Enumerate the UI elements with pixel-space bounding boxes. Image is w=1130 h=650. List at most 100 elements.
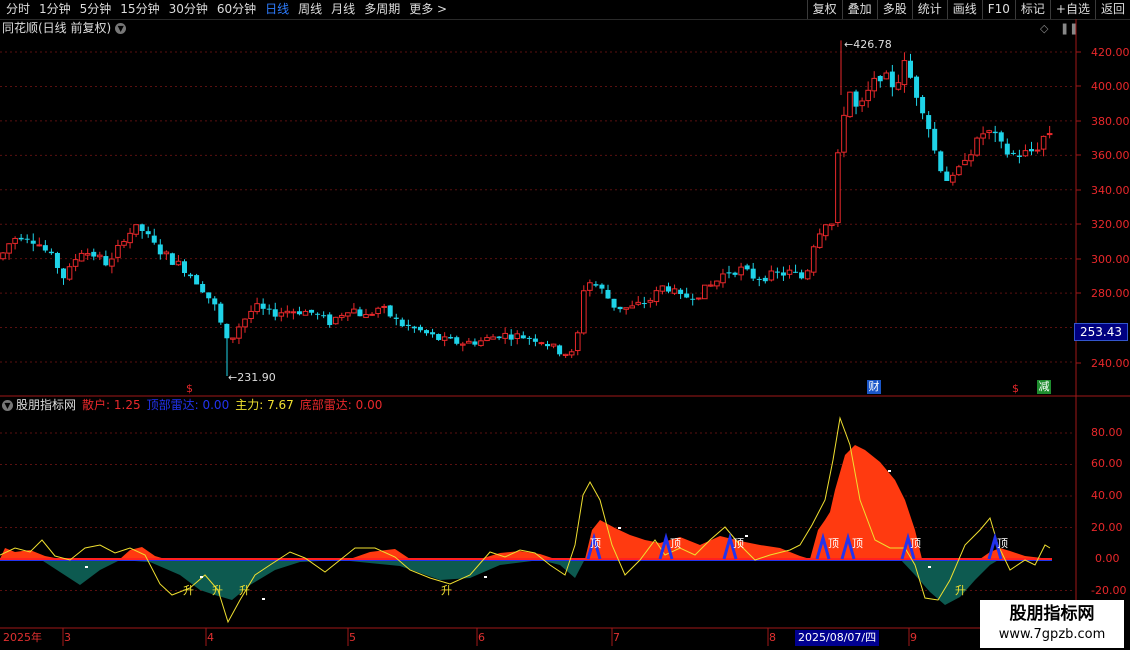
candle-body-up bbox=[871, 77, 878, 92]
candle-body-down bbox=[206, 292, 212, 299]
legend-label: 主力: bbox=[235, 398, 264, 412]
candle-body-up bbox=[962, 159, 968, 166]
price-chart[interactable] bbox=[0, 0, 1130, 650]
rise-marker: 升 bbox=[955, 584, 966, 597]
finance-report-badge[interactable]: 财 bbox=[867, 380, 881, 394]
rise-marker: 升 bbox=[183, 584, 194, 597]
date-label: 3 bbox=[64, 631, 71, 644]
watermark-title: 股朋指标网 bbox=[1009, 604, 1095, 624]
candle-body-up bbox=[738, 266, 744, 276]
ind-y-tick: -20.00 bbox=[1091, 584, 1127, 597]
candle-body-up bbox=[133, 224, 139, 235]
candle-body-up bbox=[950, 174, 956, 183]
candle-body-down bbox=[411, 326, 417, 329]
candle-body-up bbox=[381, 305, 387, 308]
reduction-badge[interactable]: 减 bbox=[1037, 380, 1051, 394]
candle-body-down bbox=[877, 75, 883, 82]
legend-label: 底部雷达: bbox=[299, 398, 352, 412]
candle-body-up bbox=[629, 305, 636, 309]
candle-body-down bbox=[756, 278, 762, 280]
candle-body-down bbox=[526, 337, 532, 339]
signal-dot bbox=[745, 535, 748, 537]
candle-body-down bbox=[91, 251, 97, 257]
y-tick: 320.00 bbox=[1091, 218, 1130, 231]
candle-body-down bbox=[932, 128, 938, 151]
candle-body-down bbox=[212, 298, 218, 305]
signal-dot bbox=[85, 566, 88, 568]
candle-body-down bbox=[387, 305, 393, 317]
dividend-badge[interactable]: $ bbox=[1012, 382, 1019, 395]
legend-main-force: 主力: 7.67 bbox=[235, 397, 294, 414]
candle-body-up bbox=[254, 303, 260, 313]
legend-value: 1.25 bbox=[113, 398, 141, 412]
candle-body-down bbox=[1016, 155, 1022, 157]
candle-body-up bbox=[895, 82, 902, 90]
candle-body-up bbox=[974, 137, 980, 156]
date-label: 5 bbox=[349, 631, 356, 644]
ind-y-tick: 80.00 bbox=[1091, 426, 1123, 439]
candle-body-up bbox=[1040, 135, 1047, 150]
candle-body-up bbox=[901, 60, 908, 86]
candle-body-down bbox=[690, 298, 696, 300]
rise-marker: 升 bbox=[441, 584, 452, 597]
candle-body-up bbox=[671, 288, 678, 294]
candle-body-down bbox=[853, 91, 859, 107]
top-marker: 顶 bbox=[828, 537, 839, 550]
candle-body-down bbox=[684, 293, 690, 298]
watermark: 股朋指标网 www.7gpzb.com bbox=[980, 600, 1124, 648]
date-label: 6 bbox=[478, 631, 485, 644]
candle-body-up bbox=[1022, 150, 1029, 157]
candle-body-down bbox=[448, 337, 454, 339]
candle-body-down bbox=[732, 272, 738, 275]
candle-body-down bbox=[405, 324, 411, 326]
dividend-badge[interactable]: $ bbox=[186, 382, 193, 395]
candle-body-up bbox=[702, 284, 708, 300]
y-tick: 420.00 bbox=[1091, 46, 1130, 59]
candle-body-up bbox=[720, 273, 726, 284]
date-axis: 2025年 3 4 5 6 7 8 9 2025/08/07/四 bbox=[0, 630, 1078, 646]
top-marker: 顶 bbox=[910, 537, 921, 550]
main-force-area bbox=[0, 548, 60, 559]
candle-body-up bbox=[968, 154, 974, 162]
legend-value: 0.00 bbox=[355, 398, 383, 412]
high-price-value: 426.78 bbox=[853, 38, 892, 51]
candle-body-up bbox=[829, 223, 835, 226]
candle-body-down bbox=[1029, 149, 1034, 152]
ind-y-tick: 40.00 bbox=[1091, 489, 1123, 502]
candle-body-up bbox=[859, 100, 865, 107]
indicator-name: ▼ 股朋指标网 bbox=[2, 397, 76, 414]
candle-body-up bbox=[369, 313, 375, 316]
rise-marker: 升 bbox=[212, 584, 223, 597]
candle-body-up bbox=[823, 224, 829, 237]
candle-body-down bbox=[780, 272, 786, 276]
candle-body-down bbox=[599, 284, 605, 289]
signal-dot bbox=[618, 527, 621, 529]
candle-body-up bbox=[109, 258, 115, 267]
chevron-down-icon[interactable]: ▼ bbox=[2, 400, 13, 411]
y-tick: 360.00 bbox=[1091, 149, 1130, 162]
candle-body-down bbox=[557, 345, 563, 355]
candle-body-up bbox=[163, 251, 170, 255]
signal-dot bbox=[262, 598, 265, 600]
candle-body-down bbox=[914, 76, 920, 98]
candle-body-down bbox=[889, 71, 895, 88]
rise-marker: 升 bbox=[239, 584, 250, 597]
y-tick: 240.00 bbox=[1091, 357, 1130, 370]
candle-body-down bbox=[357, 309, 363, 317]
candle-body-up bbox=[236, 326, 242, 339]
candle-body-up bbox=[302, 310, 309, 316]
candle-body-up bbox=[865, 89, 871, 102]
candle-body-down bbox=[48, 251, 54, 254]
candle-body-down bbox=[24, 238, 30, 240]
candle-body-up bbox=[284, 310, 291, 314]
top-marker: 顶 bbox=[997, 537, 1008, 550]
retail-negative-area bbox=[0, 559, 1050, 605]
candle-body-up bbox=[0, 252, 6, 260]
candle-body-down bbox=[200, 284, 206, 293]
ind-y-tick: 60.00 bbox=[1091, 457, 1123, 470]
candle-body-up bbox=[514, 333, 521, 340]
candle-body-down bbox=[726, 272, 732, 274]
candle-body-down bbox=[139, 224, 145, 231]
candle-body-down bbox=[532, 338, 538, 342]
y-tick: 300.00 bbox=[1091, 253, 1130, 266]
